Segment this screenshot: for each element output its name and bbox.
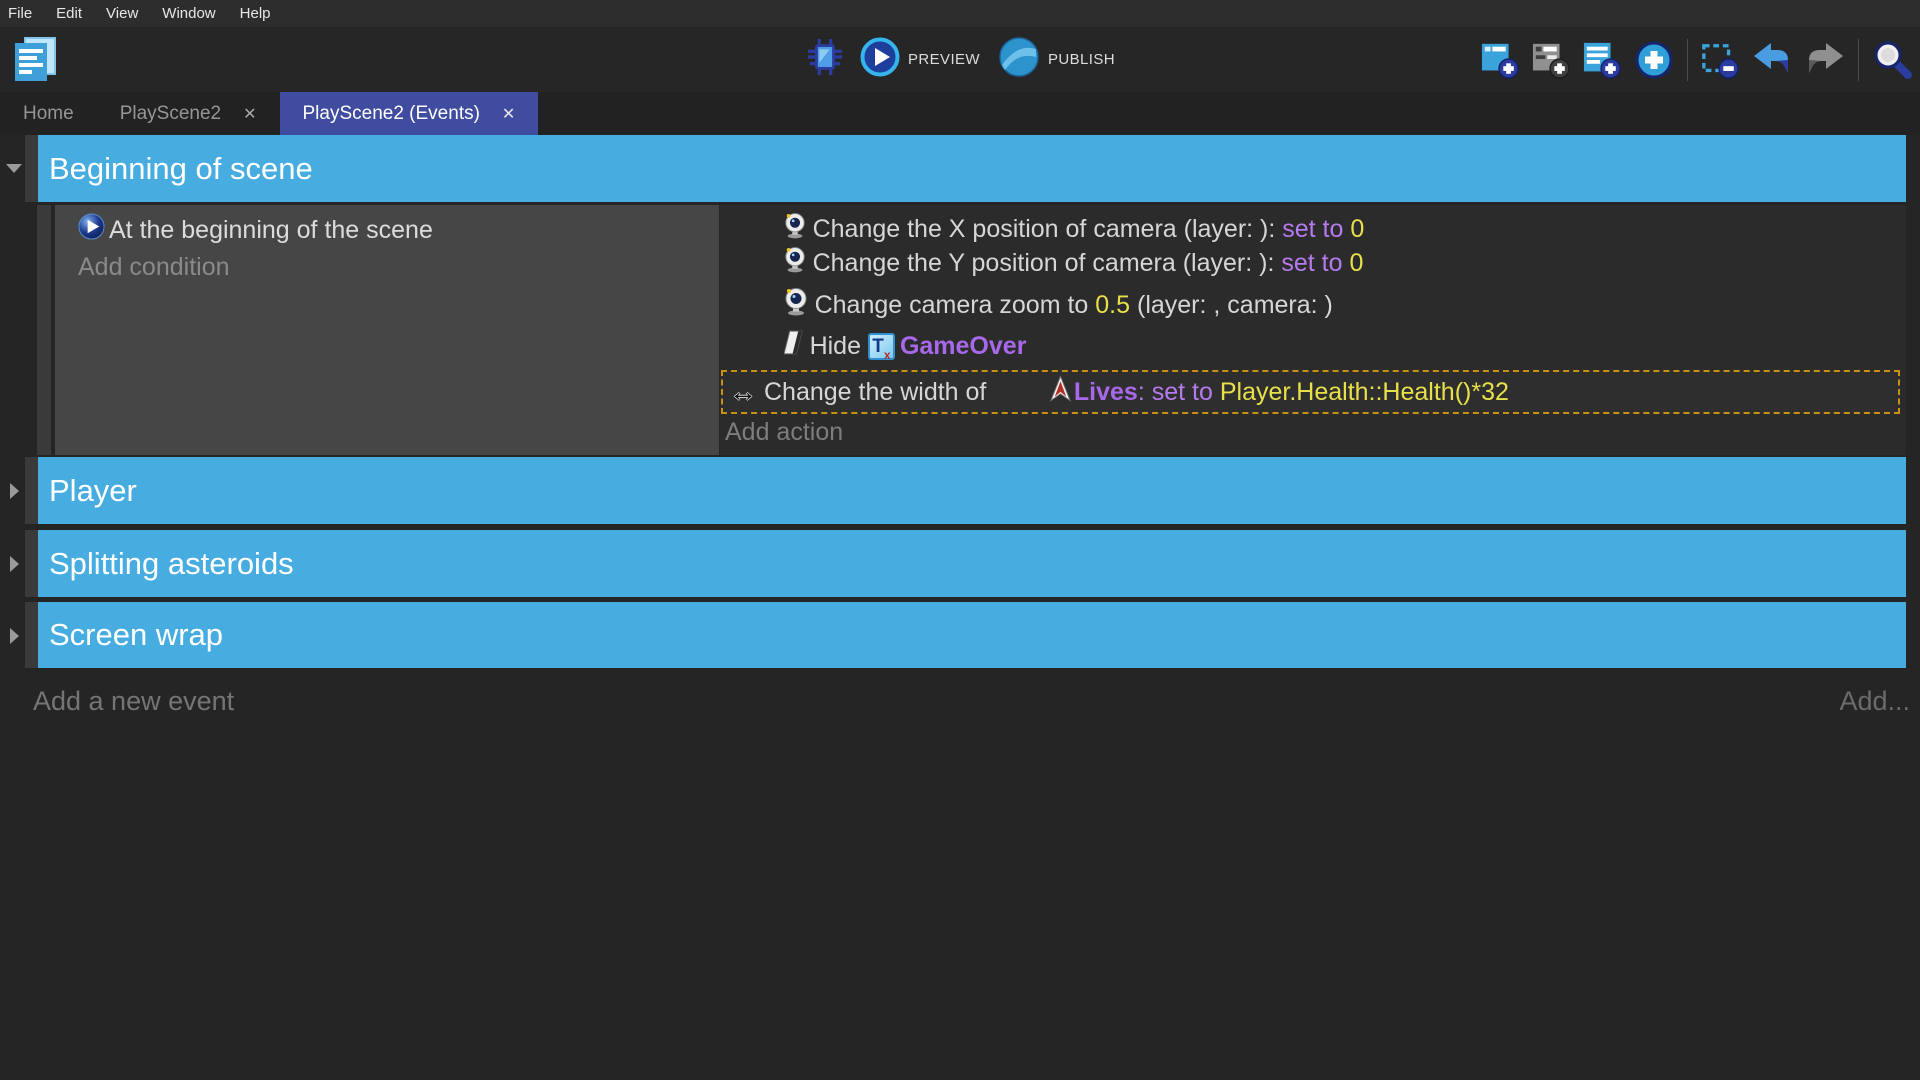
action-operator: set to xyxy=(1282,215,1343,244)
action-row-change-width-selected[interactable]: ↔ Change the width of Lives : set to Pla… xyxy=(721,370,1900,414)
tab-label: PlayScene2 xyxy=(120,103,221,125)
group-title: Beginning of scene xyxy=(49,151,313,187)
group-header-screen-wrap[interactable]: Screen wrap xyxy=(38,602,1906,668)
debug-bug-icon xyxy=(806,37,844,82)
search-icon[interactable] xyxy=(1872,40,1912,80)
actions-panel[interactable]: Change the X position of camera (layer: … xyxy=(720,205,1906,455)
add-action-button[interactable]: Add action xyxy=(720,418,1906,447)
action-row-camera-x[interactable]: Change the X position of camera (layer: … xyxy=(720,212,1906,246)
delete-selection-icon[interactable] xyxy=(1701,40,1739,80)
group-header-player[interactable]: Player xyxy=(38,457,1906,524)
publish-sphere-icon xyxy=(998,36,1040,83)
group-title: Screen wrap xyxy=(49,617,223,653)
group-header-beginning-of-scene[interactable]: Beginning of scene xyxy=(38,135,1906,202)
condition-text: At the beginning of the scene xyxy=(109,216,433,245)
event-drag-handle[interactable] xyxy=(25,530,38,597)
play-circle-icon xyxy=(78,213,105,247)
group-title: Player xyxy=(49,473,137,509)
lives-ship-icon xyxy=(993,346,1072,439)
menu-edit[interactable]: Edit xyxy=(44,5,94,22)
chevron-down-icon[interactable] xyxy=(6,164,22,173)
toolbar-separator xyxy=(1687,39,1688,81)
menu-file[interactable]: File xyxy=(8,5,44,22)
close-icon[interactable]: ✕ xyxy=(243,104,256,124)
action-row-hide[interactable]: Hide Tx GameOver xyxy=(720,329,1906,363)
preview-play-icon xyxy=(860,37,900,82)
action-operator: set to xyxy=(1152,378,1220,407)
project-manager-button[interactable] xyxy=(12,37,60,83)
debug-button[interactable] xyxy=(806,37,844,82)
group-title: Splitting asteroids xyxy=(49,546,294,582)
event-drag-handle[interactable] xyxy=(25,135,38,202)
menu-bar: File Edit View Window Help xyxy=(0,0,1920,27)
action-separator: : xyxy=(1138,378,1152,407)
tab-playscene2-events[interactable]: PlayScene2 (Events) ✕ xyxy=(280,92,539,135)
action-object-name: Lives xyxy=(1074,378,1138,407)
toolbar-center: PREVIEW PUBLISH xyxy=(806,27,1133,92)
event-drag-handle[interactable] xyxy=(37,205,51,455)
toolbar: PREVIEW PUBLISH xyxy=(0,27,1920,92)
preview-label: PREVIEW xyxy=(908,51,980,68)
action-text: Change camera zoom to xyxy=(815,291,1096,320)
publish-label: PUBLISH xyxy=(1048,51,1115,68)
tab-bar: Home PlayScene2 ✕ PlayScene2 (Events) ✕ xyxy=(0,92,1920,135)
action-operator: set to xyxy=(1281,249,1342,278)
event-drag-handle[interactable] xyxy=(25,457,38,524)
action-text: Change the width of xyxy=(764,378,993,407)
add-condition-button[interactable]: Add condition xyxy=(78,253,719,282)
tab-home[interactable]: Home xyxy=(0,92,97,135)
width-arrows-icon: ↔ xyxy=(729,378,757,406)
add-new-circle-icon[interactable] xyxy=(1634,40,1674,80)
action-text: Hide xyxy=(810,332,868,361)
tab-playscene2[interactable]: PlayScene2 ✕ xyxy=(97,92,280,135)
event-block: At the beginning of the scene Add condit… xyxy=(37,205,1906,455)
tab-label: Home xyxy=(23,103,74,125)
chevron-right-icon[interactable] xyxy=(10,483,19,499)
action-value: Player.Health::Health()*32 xyxy=(1220,378,1509,407)
toolbar-separator xyxy=(1858,39,1859,81)
action-row-camera-zoom[interactable]: Change camera zoom to 0.5 (layer: , came… xyxy=(720,288,1906,322)
action-text: Change the X position of camera (layer: … xyxy=(813,215,1283,244)
publish-button[interactable]: PUBLISH xyxy=(998,36,1115,83)
action-value: 0 xyxy=(1343,249,1364,278)
event-drag-handle[interactable] xyxy=(25,602,38,668)
undo-icon[interactable] xyxy=(1752,40,1792,80)
menu-window[interactable]: Window xyxy=(150,5,227,22)
conditions-panel[interactable]: At the beginning of the scene Add condit… xyxy=(55,205,719,455)
add-more-button[interactable]: Add... xyxy=(1839,686,1910,717)
group-header-splitting-asteroids[interactable]: Splitting asteroids xyxy=(38,530,1906,597)
action-value: 0 xyxy=(1343,215,1364,244)
add-event-icon[interactable] xyxy=(1481,40,1519,80)
action-value: 0.5 xyxy=(1095,291,1130,320)
chevron-right-icon[interactable] xyxy=(10,556,19,572)
menu-help[interactable]: Help xyxy=(228,5,283,22)
preview-button[interactable]: PREVIEW xyxy=(860,37,980,82)
chevron-right-icon[interactable] xyxy=(10,628,19,644)
action-text: (layer: , camera: ) xyxy=(1130,291,1333,320)
toolbar-right xyxy=(1481,27,1912,92)
redo-icon[interactable] xyxy=(1805,40,1845,80)
action-row-camera-y[interactable]: Change the Y position of camera (layer: … xyxy=(720,246,1906,280)
tab-label: PlayScene2 (Events) xyxy=(303,103,480,125)
text-object-icon: Tx xyxy=(868,333,895,360)
condition-row[interactable]: At the beginning of the scene xyxy=(78,213,719,247)
menu-view[interactable]: View xyxy=(94,5,150,22)
add-subevent-icon[interactable] xyxy=(1532,40,1570,80)
close-icon[interactable]: ✕ xyxy=(502,104,515,124)
action-text: Change the Y position of camera (layer: … xyxy=(813,249,1282,278)
project-manager-icon xyxy=(12,70,60,87)
add-new-event-button[interactable]: Add a new event xyxy=(33,686,234,717)
add-comment-icon[interactable] xyxy=(1583,40,1621,80)
